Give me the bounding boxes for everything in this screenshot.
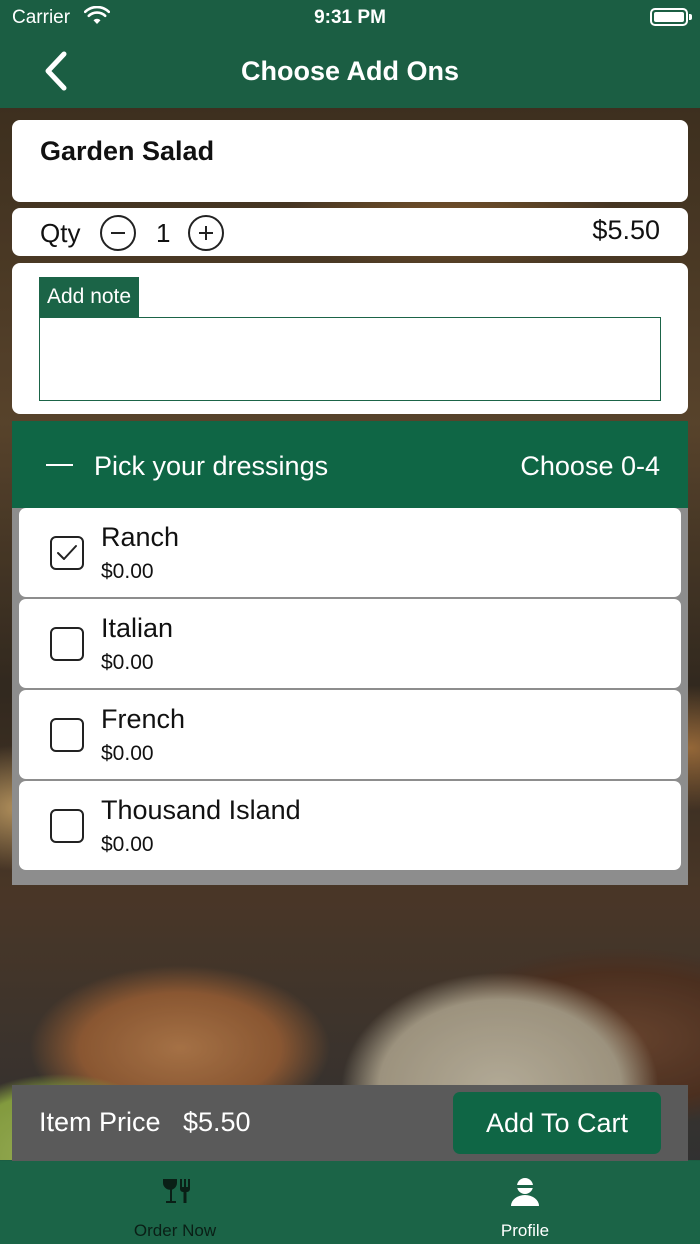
- option-row-italian[interactable]: Italian $0.00: [19, 599, 681, 688]
- increase-quantity-button[interactable]: [188, 215, 224, 251]
- dressing-options-list: Ranch $0.00 Italian $0.00 French $0.00 T…: [12, 508, 688, 885]
- quantity-card: Qty 1 $5.50: [12, 208, 688, 256]
- note-card: Add note: [12, 263, 688, 414]
- tab-label: Profile: [500, 1221, 550, 1240]
- note-input[interactable]: [39, 317, 661, 401]
- add-to-cart-button[interactable]: Add To Cart: [453, 1092, 661, 1154]
- checkbox-checked[interactable]: [50, 536, 84, 570]
- option-name: Thousand Island: [101, 795, 301, 825]
- dressings-section-header[interactable]: Pick your dressings Choose 0-4: [12, 421, 688, 508]
- page-title: Choose Add Ons: [240, 56, 459, 86]
- option-name: French: [101, 704, 186, 734]
- option-price: $0.00: [101, 833, 154, 856]
- tab-order-now[interactable]: Order Now: [0, 1161, 350, 1244]
- checkmark-icon: [57, 545, 77, 560]
- collapse-icon: [46, 464, 73, 466]
- item-price-total: $5.50: [183, 1107, 251, 1137]
- minus-icon: [111, 232, 125, 234]
- option-row-french[interactable]: French $0.00: [19, 690, 681, 779]
- utensils-icon: [163, 1179, 190, 1203]
- battery-icon: [650, 8, 692, 26]
- tab-label: Order Now: [133, 1221, 217, 1240]
- tab-bar: Order Now Profile: [0, 1161, 700, 1244]
- checkbox-unchecked[interactable]: [50, 627, 84, 661]
- option-name: Italian: [101, 613, 174, 643]
- checkbox-unchecked[interactable]: [50, 718, 84, 752]
- plus-icon: [199, 226, 213, 240]
- tab-profile[interactable]: Profile: [350, 1161, 700, 1244]
- section-choice-limit: Choose 0-4: [520, 451, 660, 481]
- option-row-ranch[interactable]: Ranch $0.00: [19, 508, 681, 597]
- clock-time: 9:31 PM: [314, 7, 386, 28]
- quantity-value: 1: [156, 218, 171, 248]
- status-bar: Carrier 9:31 PM: [0, 0, 700, 36]
- navigation-bar: Choose Add Ons: [0, 36, 700, 108]
- section-title: Pick your dressings: [94, 451, 329, 481]
- decrease-quantity-button[interactable]: [100, 215, 136, 251]
- item-name: Garden Salad: [40, 136, 215, 166]
- option-price: $0.00: [101, 560, 154, 583]
- item-price-label: Item Price: [39, 1107, 161, 1137]
- qty-label: Qty: [40, 218, 81, 248]
- checkbox-unchecked[interactable]: [50, 809, 84, 843]
- option-name: Ranch: [101, 522, 180, 552]
- add-note-label: Add note: [39, 277, 140, 317]
- option-price: $0.00: [101, 651, 154, 674]
- item-price: $5.50: [592, 215, 660, 245]
- cart-action-bar: Item Price $5.50 Add To Cart: [12, 1085, 688, 1161]
- item-title-card: Garden Salad: [12, 120, 688, 202]
- profile-icon: [511, 1178, 539, 1206]
- option-price: $0.00: [101, 742, 154, 765]
- option-row-thousand-island[interactable]: Thousand Island $0.00: [19, 781, 681, 870]
